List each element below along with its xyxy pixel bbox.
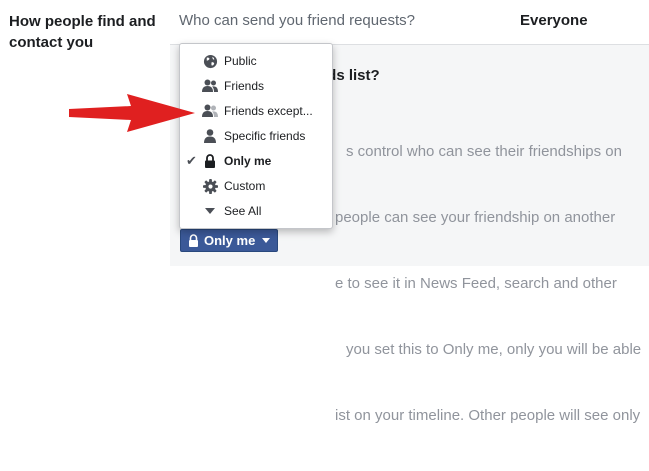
friend-requests-question: Who can send you friend requests? <box>179 12 415 29</box>
lock-icon <box>189 234 198 247</box>
menu-item-public[interactable]: Public <box>180 49 332 73</box>
panel-line: ist on your timeline. Other people will … <box>335 407 641 424</box>
menu-item-label: See All <box>224 204 262 218</box>
menu-item-friends[interactable]: Friends <box>180 74 332 98</box>
friend-requests-row[interactable]: Who can send you friend requests? Everyo… <box>170 0 649 45</box>
panel-line: you set this to Only me, only you will b… <box>346 341 642 358</box>
menu-item-see-all[interactable]: See All <box>180 199 332 223</box>
menu-item-custom[interactable]: Custom <box>180 174 332 198</box>
globe-icon <box>202 53 218 69</box>
audience-button[interactable]: Only me <box>180 229 278 252</box>
gear-icon <box>202 178 218 194</box>
menu-item-label: Public <box>224 54 257 68</box>
menu-item-label: Custom <box>224 179 266 193</box>
friends-icon <box>202 78 218 94</box>
menu-item-friends-except[interactable]: Friends except... <box>180 99 332 123</box>
menu-item-specific-friends[interactable]: Specific friends <box>180 124 332 148</box>
lock-icon <box>202 153 218 169</box>
menu-item-label: Specific friends <box>224 129 306 143</box>
caret-down-icon <box>262 238 271 243</box>
section-label: How people find and contact you <box>9 13 156 51</box>
menu-item-only-me[interactable]: ✔ Only me <box>180 149 332 173</box>
caret-down-icon <box>202 203 218 219</box>
red-arrow-icon <box>69 94 195 132</box>
friend-requests-value: Everyone <box>520 12 588 29</box>
audience-menu: Public Friends Friends except... Specifi… <box>179 43 333 229</box>
menu-item-label: Friends <box>224 79 265 93</box>
panel-line: e to see it in News Feed, search and oth… <box>335 275 617 292</box>
person-icon <box>202 128 218 144</box>
friends-except-icon <box>202 103 218 119</box>
menu-item-label: Friends except... <box>224 104 313 118</box>
checkmark-icon: ✔ <box>186 153 197 168</box>
menu-item-label: Only me <box>224 154 272 168</box>
audience-button-label: Only me <box>204 233 256 248</box>
